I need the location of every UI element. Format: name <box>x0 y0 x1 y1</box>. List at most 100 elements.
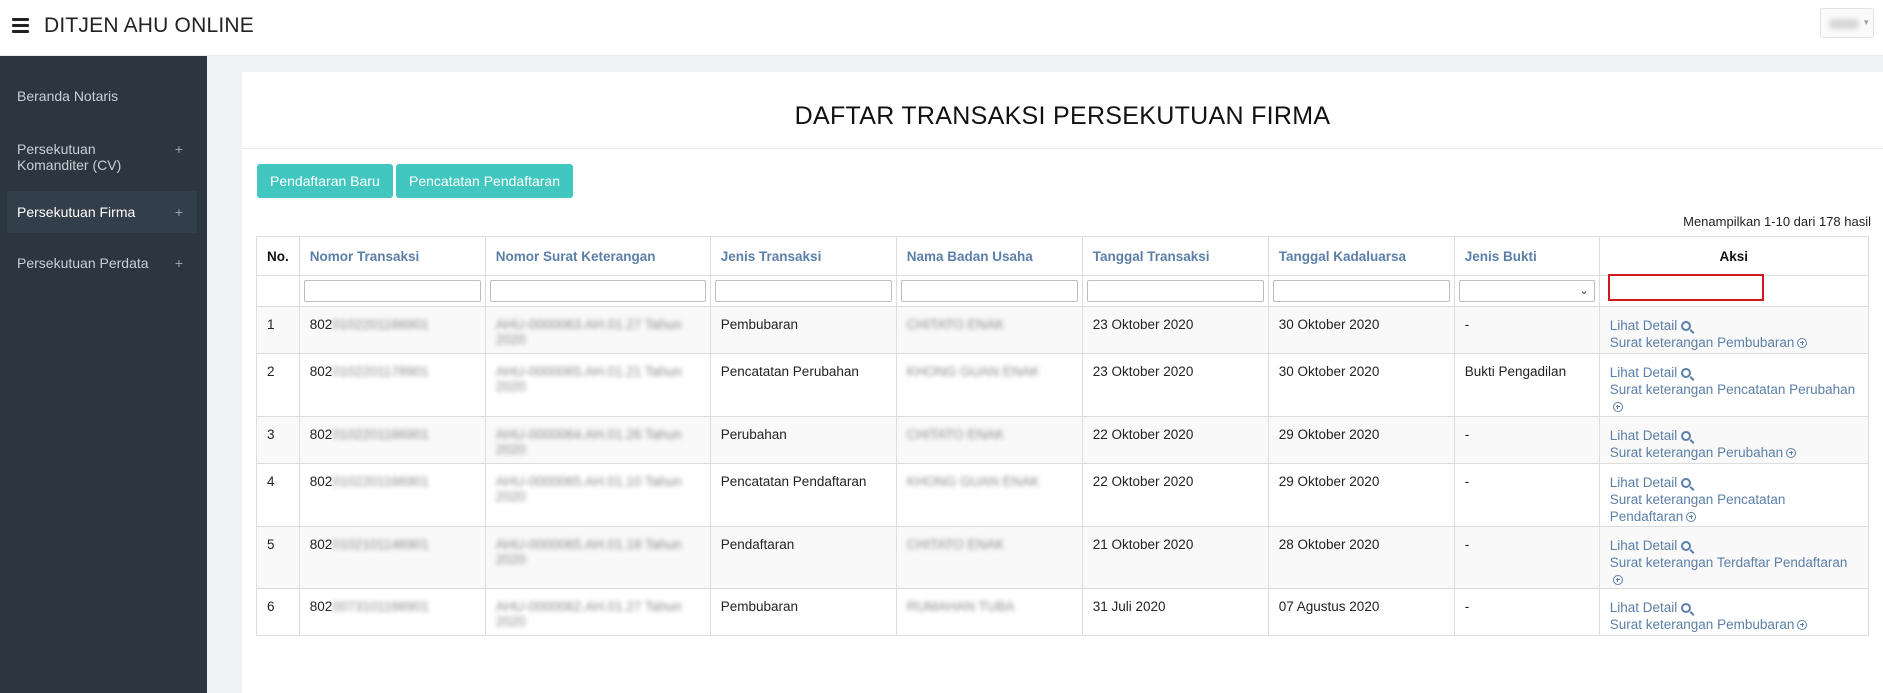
nomor-redacted: 0102201166901 <box>332 317 429 332</box>
surat-keterangan-link[interactable]: Surat keterangan Perubahan <box>1610 444 1797 461</box>
user-name <box>1829 19 1859 29</box>
cell-tanggal-transaksi: 23 Oktober 2020 <box>1081 306 1269 354</box>
cell-nomor-surat: AHU-0000064.AH.01.26 Tahun 2020 <box>484 416 711 464</box>
cell-tanggal-kadaluarsa: 29 Oktober 2020 <box>1267 416 1455 464</box>
expand-plus-icon: + <box>174 141 183 157</box>
filter-jenis-bukti-select[interactable]: ⌄ <box>1458 280 1595 302</box>
surat-keterangan-link[interactable]: Surat keterangan Pencatatan Pendaftaran <box>1610 491 1858 525</box>
cell-jenis-bukti: - <box>1453 416 1600 464</box>
cell-nomor-transaksi: 8020102201166901 <box>298 463 486 527</box>
nomor-redacted: 0102101146901 <box>332 537 429 552</box>
plus-circle-icon <box>1786 448 1797 458</box>
lihat-detail-link[interactable]: Lihat Detail <box>1610 427 1692 444</box>
cell-nomor-transaksi: 8020102101146901 <box>298 526 486 589</box>
table-row: 5 8020102101146901 AHU-0000065.AH.01.18 Ta… <box>256 526 1869 589</box>
filter-nomor-transaksi-input[interactable] <box>303 280 481 302</box>
cell-tanggal-kadaluarsa: 07 Agustus 2020 <box>1267 588 1455 636</box>
cell-tanggal-kadaluarsa: 28 Oktober 2020 <box>1267 526 1455 589</box>
surat-keterangan-link[interactable]: Surat keterangan Pembubaran <box>1610 334 1808 351</box>
expand-plus-icon: + <box>174 204 183 220</box>
cell-no: 4 <box>256 463 300 527</box>
result-count: Menampilkan 1-10 dari 178 hasil <box>1683 214 1871 229</box>
nomor-prefix: 802 <box>309 537 333 552</box>
search-icon <box>1681 431 1692 441</box>
lihat-detail-link[interactable]: Lihat Detail <box>1610 474 1692 491</box>
expand-plus-icon: + <box>174 255 183 271</box>
nomor-prefix: 802 <box>309 364 333 379</box>
nama-redacted: KHONG GUAN ENAK <box>906 474 1040 489</box>
highlight-box <box>1608 274 1764 301</box>
cell-jenis-transaksi: Pembubaran <box>709 306 897 354</box>
cell-tanggal-transaksi: 31 Juli 2020 <box>1081 588 1269 636</box>
plus-circle-icon <box>1797 338 1808 348</box>
column-header-nama-badan-usaha[interactable]: Nama Badan Usaha <box>895 236 1083 276</box>
sidebar-item-persekutuan-firma[interactable]: Persekutuan Firma + <box>7 191 197 233</box>
lihat-detail-link[interactable]: Lihat Detail <box>1610 599 1692 616</box>
main-panel: DAFTAR TRANSAKSI PERSEKUTUAN FIRMA Penda… <box>242 72 1883 693</box>
sidebar-item-label: Persekutuan Perdata <box>17 255 149 271</box>
sidebar-item-persekutuan-perdata[interactable]: Persekutuan Perdata + <box>7 253 197 273</box>
filter-tanggal-kadaluarsa-input[interactable] <box>1272 280 1450 302</box>
cell-nomor-surat: AHU-0000065.AH.01.18 Tahun 2020 <box>484 526 711 589</box>
table-row: 2 8020102201178901 AHU-0000065.AH.01.21 Ta… <box>256 353 1869 417</box>
nomor-prefix: 802 <box>309 427 333 442</box>
chevron-down-icon: ⌄ <box>1579 285 1589 297</box>
lihat-detail-link[interactable]: Lihat Detail <box>1610 537 1692 554</box>
nomor-redacted: 0102201178901 <box>332 364 429 379</box>
cell-aksi: Lihat Detail Surat keterangan Pencatatan … <box>1598 353 1869 417</box>
table-header-row: No. Nomor Transaksi Nomor Surat Keterang… <box>256 236 1869 276</box>
pencatatan-pendaftaran-button[interactable]: Pencatatan Pendaftaran <box>396 164 574 198</box>
cell-tanggal-transaksi: 22 Oktober 2020 <box>1081 416 1269 464</box>
column-header-tanggal-kadaluarsa[interactable]: Tanggal Kadaluarsa <box>1267 236 1455 276</box>
cell-nama-badan-usaha: CHITATO ENAK <box>895 306 1083 354</box>
cell-jenis-bukti: - <box>1453 306 1600 354</box>
cell-no: 5 <box>256 526 300 589</box>
cell-tanggal-kadaluarsa: 30 Oktober 2020 <box>1267 306 1455 354</box>
table-row: 1 8020102201166901 AHU-0000063.AH.01.27 Ta… <box>256 306 1869 354</box>
filter-jenis-transaksi-input[interactable] <box>714 280 892 302</box>
filter-tanggal-transaksi-input[interactable] <box>1086 280 1264 302</box>
sidebar-item-beranda-notaris[interactable]: Beranda Notaris <box>7 86 197 106</box>
cell-no: 6 <box>256 588 300 636</box>
pendaftaran-baru-button[interactable]: Pendaftaran Baru <box>257 164 393 198</box>
nomor-redacted: 0102201166901 <box>332 474 429 489</box>
cell-nomor-surat: AHU-0000065.AH.01.10 Tahun 2020 <box>484 463 711 527</box>
user-menu-button[interactable]: ▾ <box>1820 8 1874 38</box>
nomor-prefix: 802 <box>309 599 333 614</box>
column-header-jenis-bukti[interactable]: Jenis Bukti <box>1453 236 1600 276</box>
surat-redacted: AHU-0000065.AH.01.18 Tahun 2020 <box>495 537 682 567</box>
surat-keterangan-link[interactable]: Surat keterangan Pembubaran <box>1610 616 1808 633</box>
cell-tanggal-transaksi: 23 Oktober 2020 <box>1081 353 1269 417</box>
app-title: DITJEN AHU ONLINE <box>44 14 254 37</box>
cell-jenis-bukti: - <box>1453 526 1600 589</box>
sidebar-item-label: Persekutuan Komanditer (CV) <box>17 141 122 173</box>
surat-keterangan-link[interactable]: Surat keterangan Pencatatan Perubahan <box>1610 381 1858 415</box>
surat-keterangan-link[interactable]: Surat keterangan Terdaftar Pendaftaran <box>1610 554 1858 588</box>
cell-nomor-transaksi: 8020102201178901 <box>298 353 486 417</box>
hamburger-menu-icon[interactable] <box>12 18 29 34</box>
search-icon <box>1681 368 1692 378</box>
plus-circle-icon <box>1612 402 1623 412</box>
column-header-aksi: Aksi <box>1598 236 1869 276</box>
nomor-prefix: 802 <box>309 317 333 332</box>
sidebar-item-label: Beranda Notaris <box>17 88 119 104</box>
nama-redacted: CHITATO ENAK <box>906 317 1005 332</box>
column-header-nomor-surat[interactable]: Nomor Surat Keterangan <box>484 236 711 276</box>
column-header-no: No. <box>256 236 300 276</box>
lihat-detail-link[interactable]: Lihat Detail <box>1610 317 1692 334</box>
column-header-nomor-transaksi[interactable]: Nomor Transaksi <box>298 236 486 276</box>
search-icon <box>1681 541 1692 551</box>
cell-tanggal-transaksi: 21 Oktober 2020 <box>1081 526 1269 589</box>
sidebar-item-persekutuan-komanditer[interactable]: Persekutuan Komanditer (CV) + <box>7 141 197 175</box>
cell-nama-badan-usaha: KHONG GUAN ENAK <box>895 353 1083 417</box>
column-header-jenis-transaksi[interactable]: Jenis Transaksi <box>709 236 897 276</box>
nama-redacted: CHITATO ENAK <box>906 537 1005 552</box>
page-title: DAFTAR TRANSAKSI PERSEKUTUAN FIRMA <box>794 102 1331 130</box>
filter-nama-badan-usaha-input[interactable] <box>900 280 1078 302</box>
filter-nomor-surat-input[interactable] <box>489 280 706 302</box>
cell-nomor-surat: AHU-0000062.AH.01.27 Tahun 2020 <box>484 588 711 636</box>
cell-nama-badan-usaha: KHONG GUAN ENAK <box>895 463 1083 527</box>
lihat-detail-link[interactable]: Lihat Detail <box>1610 364 1692 381</box>
column-header-tanggal-transaksi[interactable]: Tanggal Transaksi <box>1081 236 1269 276</box>
cell-tanggal-transaksi: 22 Oktober 2020 <box>1081 463 1269 527</box>
